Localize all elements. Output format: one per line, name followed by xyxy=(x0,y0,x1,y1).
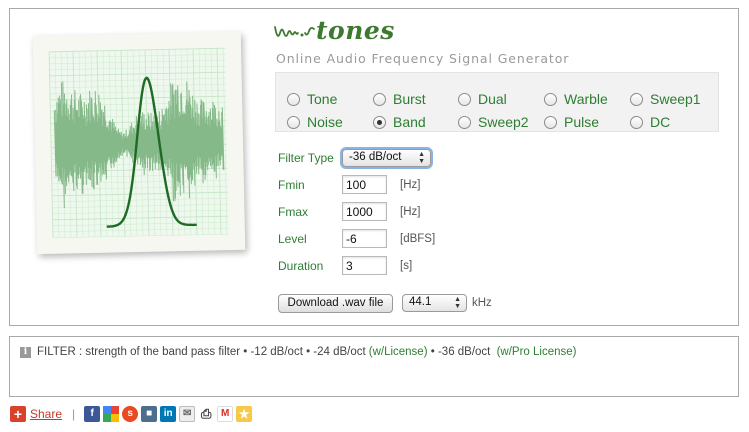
mode-label: Dual xyxy=(478,91,507,107)
mode-label: Burst xyxy=(393,91,426,107)
fmax-label: Fmax xyxy=(278,205,308,219)
mode-label: DC xyxy=(650,114,671,130)
generator-panel: tones Online Audio Frequency Signal Gene… xyxy=(9,8,739,326)
fmin-label: Fmin xyxy=(278,178,305,192)
google-icon[interactable] xyxy=(103,406,120,422)
select-arrows-icon: ▲ ▼ xyxy=(418,151,425,165)
mode-label: Sweep2 xyxy=(478,114,529,130)
mode-option-sweep2[interactable]: Sweep2 xyxy=(458,113,529,131)
mode-option-dc[interactable]: DC xyxy=(630,113,670,131)
gmail-icon[interactable]: M xyxy=(217,406,234,422)
level-label: Level xyxy=(278,232,307,246)
mode-selector: Tone Burst Dual Warble Sweep1 Noise Band xyxy=(275,72,719,132)
mode-option-band[interactable]: Band xyxy=(373,113,426,131)
mode-option-sweep1[interactable]: Sweep1 xyxy=(630,90,701,108)
mode-option-burst[interactable]: Burst xyxy=(373,90,426,108)
logo-wave-icon xyxy=(274,26,315,37)
warble-radio[interactable] xyxy=(544,92,557,106)
mode-option-noise[interactable]: Noise xyxy=(287,113,343,131)
burst-radio[interactable] xyxy=(373,92,386,106)
mode-label: Band xyxy=(393,114,426,130)
level-unit: [dBFS] xyxy=(400,233,436,245)
fmin-input[interactable] xyxy=(342,175,387,194)
mode-label: Tone xyxy=(307,91,338,107)
filter-type-select[interactable]: -36 dB/oct ▲ ▼ xyxy=(342,149,431,167)
logo-text: tones xyxy=(316,16,395,45)
mode-option-dual[interactable]: Dual xyxy=(458,90,507,108)
duration-unit: [s] xyxy=(400,260,413,272)
filter-type-label: Filter Type xyxy=(278,151,334,165)
mode-label: Sweep1 xyxy=(650,91,701,107)
fmax-unit: [Hz] xyxy=(400,206,421,218)
mode-label: Pulse xyxy=(564,114,600,130)
favorites-icon[interactable]: ★ xyxy=(236,406,253,422)
duration-input[interactable] xyxy=(342,256,387,275)
linkedin-icon[interactable]: in xyxy=(160,406,177,422)
mode-option-tone[interactable]: Tone xyxy=(287,90,337,108)
tone-radio[interactable] xyxy=(287,92,300,106)
info-middle: • -36 dB/oct xyxy=(427,346,494,358)
pro-license-note: (w/Pro License) xyxy=(496,346,577,358)
delicious-icon[interactable]: ■ xyxy=(141,406,158,422)
facebook-icon[interactable]: f xyxy=(84,406,101,422)
band-noise-waveform-image xyxy=(48,47,229,239)
share-separator: | xyxy=(72,407,76,421)
sample-rate-select[interactable]: 44.1 ▲ ▼ xyxy=(402,294,467,312)
mode-option-pulse[interactable]: Pulse xyxy=(544,113,599,131)
fmax-input[interactable] xyxy=(342,202,387,221)
sweep1-radio[interactable] xyxy=(630,92,643,106)
filter-type-value: -36 dB/oct xyxy=(349,151,402,163)
level-input[interactable] xyxy=(342,229,387,248)
sample-rate-unit: kHz xyxy=(472,297,492,309)
page-subtitle: Online Audio Frequency Signal Generator xyxy=(276,51,570,66)
filter-info-text: i FILTER : strength of the band pass fil… xyxy=(20,346,576,358)
download-wav-button[interactable]: Download .wav file xyxy=(278,294,393,313)
mode-label: Noise xyxy=(307,114,343,130)
mode-label: Warble xyxy=(564,91,608,107)
dc-radio[interactable] xyxy=(630,115,643,129)
band-radio[interactable] xyxy=(373,115,386,129)
dual-radio[interactable] xyxy=(458,92,471,106)
license-note: (w/License) xyxy=(368,346,428,358)
info-prefix: FILTER : strength of the band pass filte… xyxy=(37,346,366,358)
plus-icon[interactable]: + xyxy=(10,406,26,422)
fmin-unit: [Hz] xyxy=(400,179,421,191)
signal-illustration xyxy=(32,31,246,255)
share-link[interactable]: Share xyxy=(30,407,62,421)
noise-radio[interactable] xyxy=(287,115,300,129)
email-icon[interactable]: ✉ xyxy=(179,406,196,422)
sweep2-radio[interactable] xyxy=(458,115,471,129)
select-arrows-icon: ▲ ▼ xyxy=(454,296,461,310)
stumbleupon-icon[interactable]: s xyxy=(122,406,139,422)
info-icon: i xyxy=(20,346,31,358)
sample-rate-value: 44.1 xyxy=(409,296,432,308)
mode-option-warble[interactable]: Warble xyxy=(544,90,608,108)
print-icon[interactable]: ⎙ xyxy=(198,406,215,422)
pulse-radio[interactable] xyxy=(544,115,557,129)
share-bar: + Share | f s ■ in ✉ ⎙ M ★ xyxy=(10,405,255,423)
tones-logo: tones xyxy=(274,16,394,49)
info-panel: i FILTER : strength of the band pass fil… xyxy=(9,336,739,397)
duration-label: Duration xyxy=(278,259,324,273)
